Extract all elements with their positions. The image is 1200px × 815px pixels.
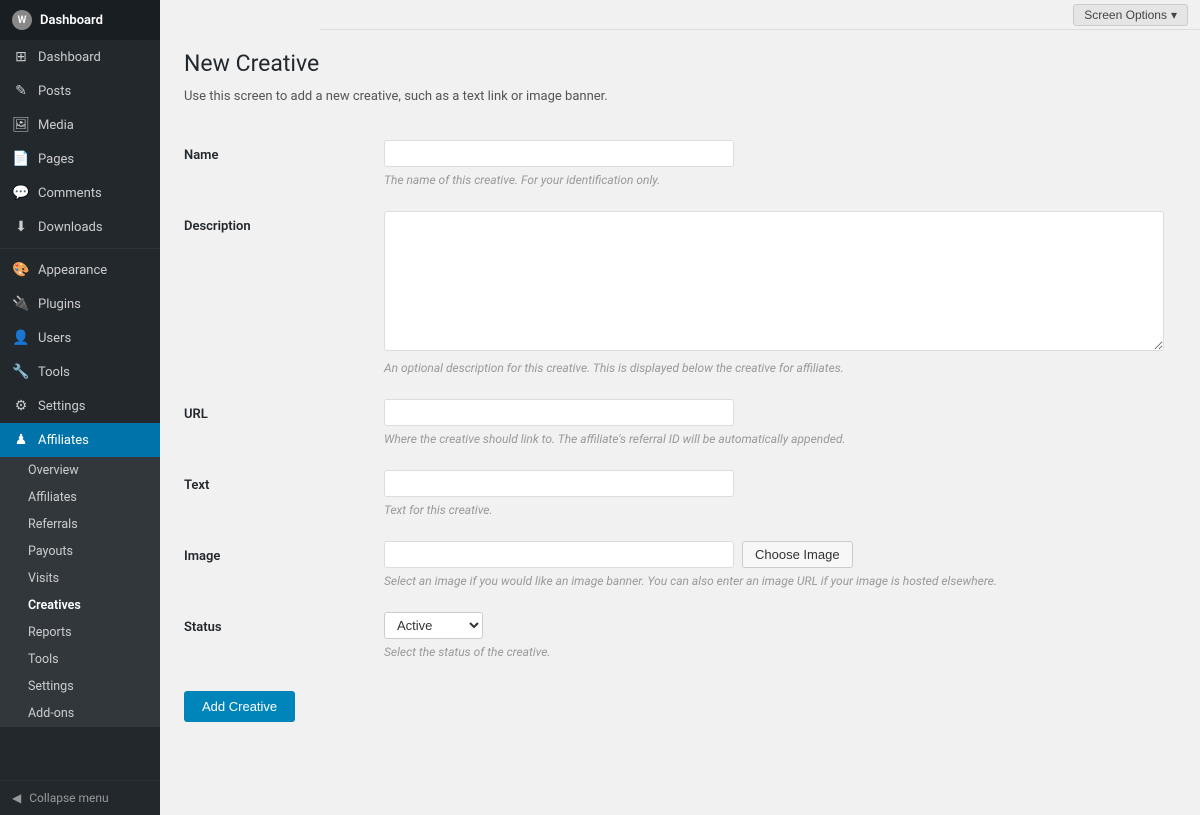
sidebar-item-affiliates[interactable]: ♟ Affiliates <box>0 423 160 457</box>
sidebar-item-label: Posts <box>38 84 71 99</box>
screen-options-button[interactable]: Screen Options ▾ <box>1073 4 1188 26</box>
affiliates-submenu: Overview Affiliates Referrals Payouts Vi… <box>0 457 160 727</box>
affiliates-icon: ♟ <box>12 432 30 448</box>
add-creative-button[interactable]: Add Creative <box>184 691 295 722</box>
form-row-text: Text Text for this creative. <box>184 458 1176 529</box>
sidebar-item-media[interactable]: 🖼 Media <box>0 108 160 142</box>
comments-icon: 💬 <box>12 185 30 201</box>
sidebar-item-label: Dashboard <box>38 50 101 65</box>
page-title: New Creative <box>184 50 1176 77</box>
name-input[interactable] <box>384 140 734 167</box>
sidebar-item-settings[interactable]: ⚙ Settings <box>0 389 160 423</box>
image-row: Choose Image <box>384 541 1176 568</box>
tools-icon: 🔧 <box>12 364 30 380</box>
image-url-input[interactable] <box>384 541 734 568</box>
collapse-menu-label: Collapse menu <box>29 791 108 805</box>
screen-options-label: Screen Options <box>1084 8 1167 22</box>
settings-icon: ⚙ <box>12 398 30 414</box>
submenu-payouts[interactable]: Payouts <box>0 538 160 565</box>
name-label: Name <box>184 148 218 163</box>
sidebar-item-label: Pages <box>38 152 74 167</box>
topbar: Screen Options ▾ <box>320 0 1200 30</box>
submenu-visits[interactable]: Visits <box>0 565 160 592</box>
submenu-reports[interactable]: Reports <box>0 619 160 646</box>
submenu-referrals[interactable]: Referrals <box>0 511 160 538</box>
description-textarea[interactable] <box>384 211 1164 351</box>
status-select[interactable]: Active Inactive <box>384 612 483 639</box>
sidebar-item-dashboard[interactable]: ⊞ Dashboard <box>0 40 160 74</box>
url-hint: Where the creative should link to. The a… <box>384 432 1176 446</box>
downloads-icon: ⬇ <box>12 219 30 235</box>
description-hint: An optional description for this creativ… <box>384 361 1176 375</box>
submenu-tools[interactable]: Tools <box>0 646 160 673</box>
sidebar-item-label: Plugins <box>38 297 81 312</box>
image-label: Image <box>184 549 220 564</box>
sidebar-item-downloads[interactable]: ⬇ Downloads <box>0 210 160 244</box>
dashboard-icon: ⊞ <box>12 49 30 65</box>
posts-icon: ✎ <box>12 83 30 99</box>
sidebar: W Dashboard ⊞ Dashboard ✎ Posts 🖼 Media … <box>0 0 160 815</box>
sidebar-item-comments[interactable]: 💬 Comments <box>0 176 160 210</box>
plugins-icon: 🔌 <box>12 296 30 312</box>
image-hint: Select an image if you would like an ima… <box>384 574 1176 588</box>
form-table: Name The name of this creative. For your… <box>184 128 1176 671</box>
name-hint: The name of this creative. For your iden… <box>384 173 1176 187</box>
sidebar-divider <box>0 248 160 249</box>
sidebar-item-tools[interactable]: 🔧 Tools <box>0 355 160 389</box>
sidebar-item-users[interactable]: 👤 Users <box>0 321 160 355</box>
main-content: New Creative Use this screen to add a ne… <box>160 30 1200 815</box>
form-row-url: URL Where the creative should link to. T… <box>184 387 1176 458</box>
sidebar-item-posts[interactable]: ✎ Posts <box>0 74 160 108</box>
sidebar-item-label: Tools <box>38 365 70 380</box>
submenu-settings[interactable]: Settings <box>0 673 160 700</box>
page-subtitle: Use this screen to add a new creative, s… <box>184 89 1176 104</box>
sidebar-brand[interactable]: W Dashboard <box>0 0 160 40</box>
wp-icon: W <box>12 10 32 30</box>
description-label: Description <box>184 219 251 234</box>
sidebar-item-pages[interactable]: 📄 Pages <box>0 142 160 176</box>
submenu-add-ons[interactable]: Add-ons <box>0 700 160 727</box>
status-hint: Select the status of the creative. <box>384 645 1176 659</box>
sidebar-item-label: Affiliates <box>38 433 89 448</box>
form-row-description: Description An optional description for … <box>184 199 1176 387</box>
text-input[interactable] <box>384 470 734 497</box>
sidebar-brand-label: Dashboard <box>40 13 103 28</box>
url-input[interactable] <box>384 399 734 426</box>
appearance-icon: 🎨 <box>12 262 30 278</box>
form-row-image: Image Choose Image Select an image if yo… <box>184 529 1176 600</box>
users-icon: 👤 <box>12 330 30 346</box>
sidebar-item-label: Comments <box>38 186 102 201</box>
submenu-creatives[interactable]: Creatives <box>0 592 160 619</box>
sidebar-item-label: Appearance <box>38 263 107 278</box>
form-row-name: Name The name of this creative. For your… <box>184 128 1176 199</box>
form-row-status: Status Active Inactive Select the status… <box>184 600 1176 671</box>
collapse-arrow-icon: ◀ <box>12 791 21 805</box>
status-label: Status <box>184 620 222 635</box>
submenu-affiliates[interactable]: Affiliates <box>0 484 160 511</box>
pages-icon: 📄 <box>12 151 30 167</box>
collapse-menu-button[interactable]: ◀ Collapse menu <box>0 780 160 815</box>
sidebar-item-appearance[interactable]: 🎨 Appearance <box>0 253 160 287</box>
media-icon: 🖼 <box>12 117 30 133</box>
sidebar-item-label: Downloads <box>38 220 103 235</box>
url-label: URL <box>184 407 208 422</box>
sidebar-item-label: Media <box>38 118 74 133</box>
screen-options-arrow-icon: ▾ <box>1171 8 1177 22</box>
text-label: Text <box>184 478 209 493</box>
text-hint: Text for this creative. <box>384 503 1176 517</box>
sidebar-item-label: Settings <box>38 399 85 414</box>
sidebar-item-label: Users <box>38 331 71 346</box>
sidebar-item-plugins[interactable]: 🔌 Plugins <box>0 287 160 321</box>
choose-image-button[interactable]: Choose Image <box>742 541 853 568</box>
submenu-overview[interactable]: Overview <box>0 457 160 484</box>
